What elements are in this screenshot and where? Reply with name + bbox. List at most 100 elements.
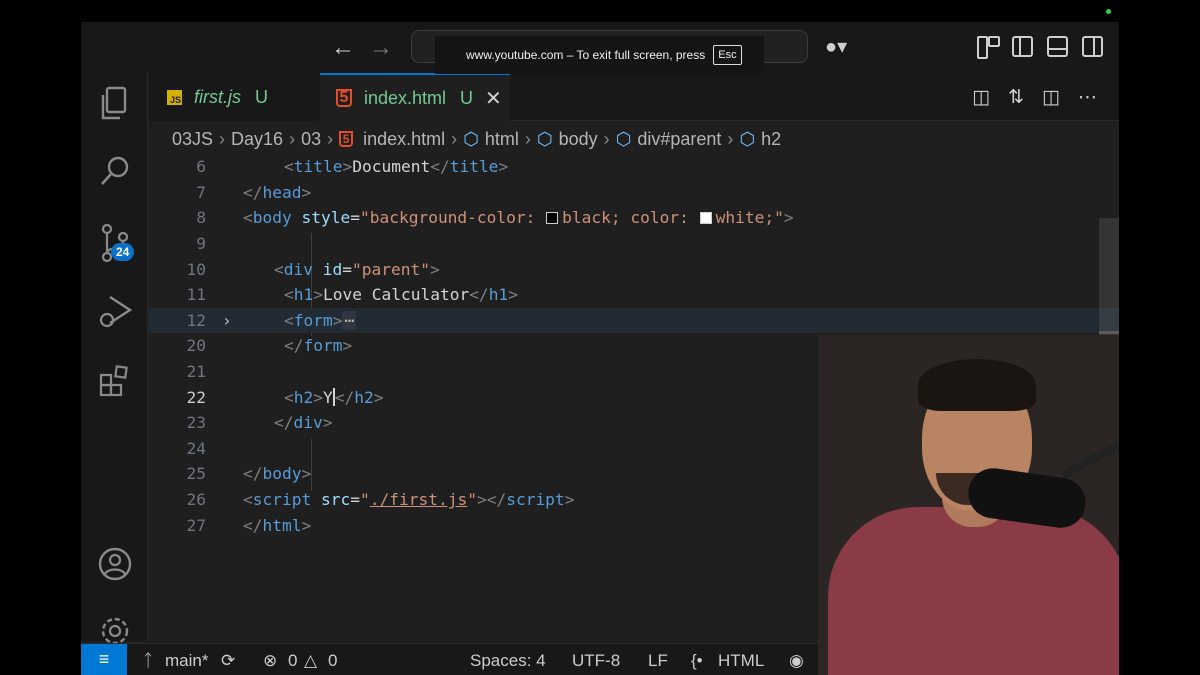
open-preview-icon[interactable]: ◫ [972,86,990,109]
source-control-badge: 24 [111,243,135,261]
tab-index-html[interactable]: 5 index.html U ✕ [320,73,510,121]
style-value: white [715,208,765,228]
line-number: 26 [186,490,207,510]
line-number: 23 [186,413,207,433]
arrow-left-icon[interactable]: ← [331,34,355,62]
toggle-primary-sidebar-icon[interactable] [1012,36,1033,57]
end-of-line[interactable]: LF [648,651,668,671]
line-number: 11 [186,285,207,305]
chevron-right-icon: › [603,128,610,149]
tab-first-js[interactable]: JS first.js U [149,73,319,121]
warning-count[interactable]: 0 [328,651,337,671]
line-number: 12 [186,310,207,330]
line-number: 10 [186,259,207,279]
run-debug-icon[interactable] [81,288,148,336]
line-number: 9 [196,234,206,254]
toggle-panel-icon[interactable] [1047,36,1068,57]
title-text: Document [352,157,431,177]
breadcrumb-item[interactable]: Day16 [231,129,283,150]
branch-icon[interactable]: ᛏ [143,651,153,671]
style-end: ; [764,208,775,228]
webcam-overlay [818,335,1119,675]
fold-chevron-icon[interactable]: › [222,311,232,330]
chevron-right-icon: › [219,128,226,149]
activity-bar: 24 [81,73,148,645]
close-icon[interactable]: ✕ [485,86,502,111]
error-icon[interactable]: ⊗ [263,651,277,671]
tab-label: index.html [364,87,447,108]
line-number: 24 [186,438,207,458]
code-line[interactable]: 9 [149,231,1119,257]
fullscreen-message: www.youtube.com – To exit full screen, p… [466,48,706,62]
style-mid: ; color: [610,208,699,228]
code-line[interactable]: 12 › <form> ⋯ [149,307,1119,334]
tab-label: first.js [194,86,241,107]
more-actions-icon[interactable]: ⋯ [1078,86,1097,109]
tab-status: U [255,86,268,107]
breadcrumb-item[interactable]: 03 [301,129,321,150]
color-swatch[interactable] [546,212,559,225]
source-control-icon[interactable]: 24 [81,219,148,267]
toggle-secondary-sidebar-icon[interactable] [1082,36,1103,57]
h2-text: Y [323,387,333,407]
esc-key: Esc [713,45,742,65]
compare-changes-icon[interactable]: ⇅ [1008,86,1024,109]
code-line[interactable]: 6 <title>Document</title> [149,154,1119,180]
script-src-link[interactable]: ./first.js [370,490,467,509]
color-swatch[interactable] [699,212,712,225]
javascript-file-icon: JS [167,89,182,105]
sync-icon[interactable]: ⟳ [221,651,235,671]
code-line[interactable]: 10 <div id="parent"> [149,256,1119,282]
remote-icon[interactable]: ≡ [81,643,127,675]
breadcrumb-item[interactable]: 03JS [172,129,213,150]
chevron-right-icon: › [524,128,531,149]
breadcrumb-item[interactable]: html [485,129,519,150]
recording-indicator [1106,9,1111,14]
fullscreen-notice: www.youtube.com – To exit full screen, p… [435,36,764,74]
tab-status: U [460,87,474,108]
split-editor-icon[interactable]: ◫ [1042,86,1060,109]
div-id-value: parent [361,259,421,279]
customize-layout-icon[interactable] [977,36,1000,59]
indentation[interactable]: Spaces: 4 [470,651,546,671]
chevron-right-icon: › [451,128,458,149]
line-number: 22 [186,387,207,407]
breadcrumb-item[interactable]: index.html [363,129,445,150]
line-number: 25 [186,464,207,484]
language-mode[interactable]: HTML [718,651,764,671]
encoding[interactable]: UTF-8 [572,651,620,671]
extensions-icon[interactable] [81,357,148,405]
element-icon: ⬡ [615,128,632,149]
files-icon[interactable] [81,80,148,128]
element-icon: ⬡ [463,128,479,149]
code-line[interactable]: 8 <body style="background-color: black; … [149,205,1119,231]
branch-name[interactable]: main* [165,651,208,671]
element-icon: ⬡ [739,128,756,149]
line-number: 7 [196,182,206,202]
chevron-right-icon: › [327,128,334,149]
language-icon[interactable]: {• [691,651,703,671]
line-number: 6 [196,157,206,177]
line-number: 8 [196,208,206,228]
account-icon[interactable] [81,540,148,588]
breadcrumb-item[interactable]: body [559,129,598,150]
tab-bar: JS first.js U 5 index.html U ✕ ◫ ⇅ ◫ ⋯ [149,73,1119,121]
breadcrumb-item[interactable]: div#parent [637,129,721,150]
folded-ellipsis[interactable]: ⋯ [342,310,357,330]
warning-icon[interactable]: △ [304,651,317,671]
scrollbar-marker [1099,331,1119,334]
copilot-status-icon[interactable]: ◉ [789,651,804,671]
chevron-right-icon: › [727,128,734,149]
arrow-right-icon[interactable]: → [369,34,393,62]
copilot-icon[interactable]: ●▾ [825,34,847,59]
h1-text: Love Calculator [323,285,470,305]
style-value: black [562,208,611,228]
error-count[interactable]: 0 [288,651,297,671]
breadcrumb-item[interactable]: h2 [761,129,781,150]
element-icon: ⬡ [536,128,553,149]
search-icon[interactable] [81,148,148,196]
breadcrumb: 03JS › Day16 › 03 › 5 index.html › ⬡ htm… [149,122,1119,156]
chevron-right-icon: › [289,128,296,149]
code-line[interactable]: 11 <h1>Love Calculator</h1> [149,282,1119,308]
code-line[interactable]: 7 </head> [149,180,1119,206]
